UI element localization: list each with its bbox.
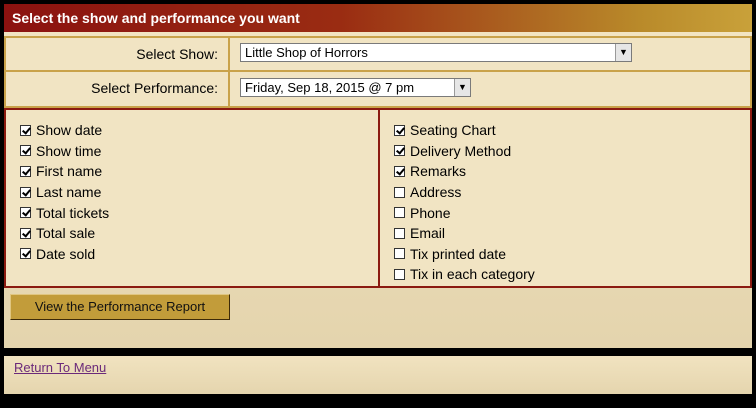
options-right-column: Seating Chart Delivery Method Remarks Ad… [394,120,535,285]
option-label: Delivery Method [410,142,512,159]
checkbox[interactable] [20,145,31,157]
checkbox[interactable] [394,268,405,280]
checkbox[interactable] [394,248,405,260]
option-label: Remarks [410,163,467,180]
show-label: Select Show: [6,38,230,70]
panel-header: Select the show and performance you want [4,4,752,32]
show-row: Select Show: Little Shop of Horrors ▼ [4,36,752,72]
option-label: Email [410,225,446,242]
performance-label: Select Performance: [6,72,230,106]
checkbox[interactable] [394,165,405,177]
checkbox[interactable] [394,145,405,157]
performance-select[interactable]: Friday, Sep 18, 2015 @ 7 pm ▼ [240,78,471,97]
checkbox[interactable] [20,165,31,177]
return-to-menu-link[interactable]: Return To Menu [14,360,106,375]
report-options: Show date Show time First name Last name… [4,108,752,288]
footer: Return To Menu [4,356,752,394]
option-tix-in-each-category[interactable]: Tix in each category [394,264,535,285]
option-label: Address [410,184,462,201]
option-remarks[interactable]: Remarks [394,161,535,182]
report-panel: Select the show and performance you want… [4,4,752,348]
option-label: Show time [36,142,102,159]
option-last-name[interactable]: Last name [20,182,109,203]
option-total-tickets[interactable]: Total tickets [20,202,109,223]
option-total-sale[interactable]: Total sale [20,223,109,244]
checkbox[interactable] [394,207,405,219]
panel-title: Select the show and performance you want [12,10,300,26]
option-label: Tix in each category [410,266,535,283]
checkbox[interactable] [20,248,31,260]
checkbox[interactable] [394,227,405,239]
option-delivery-method[interactable]: Delivery Method [394,141,535,162]
option-date-sold[interactable]: Date sold [20,244,109,265]
checkbox[interactable] [20,227,31,239]
option-label: Phone [410,204,451,221]
checkbox[interactable] [20,186,31,198]
checkbox[interactable] [394,124,405,136]
options-left-column: Show date Show time First name Last name… [20,120,109,264]
checkbox[interactable] [20,124,31,136]
option-label: Date sold [36,245,96,262]
option-email[interactable]: Email [394,223,535,244]
chevron-down-icon[interactable]: ▼ [615,44,631,61]
checkbox[interactable] [20,207,31,219]
option-phone[interactable]: Phone [394,202,535,223]
option-label: Total sale [36,225,96,242]
column-divider [378,110,380,286]
option-label: Last name [36,184,102,201]
option-show-time[interactable]: Show time [20,141,109,162]
checkbox[interactable] [394,186,405,198]
option-tix-printed-date[interactable]: Tix printed date [394,244,535,265]
performance-row: Select Performance: Friday, Sep 18, 2015… [4,72,752,108]
option-label: Show date [36,122,103,139]
view-performance-report-button[interactable]: View the Performance Report [10,294,230,320]
chevron-down-icon[interactable]: ▼ [454,79,470,96]
option-address[interactable]: Address [394,182,535,203]
option-first-name[interactable]: First name [20,161,109,182]
option-label: Seating Chart [410,122,496,139]
option-label: Tix printed date [410,245,506,262]
show-select-value: Little Shop of Horrors [245,45,368,60]
performance-select-value: Friday, Sep 18, 2015 @ 7 pm [245,80,415,95]
option-seating-chart[interactable]: Seating Chart [394,120,535,141]
show-select[interactable]: Little Shop of Horrors ▼ [240,43,632,62]
option-show-date[interactable]: Show date [20,120,109,141]
option-label: First name [36,163,103,180]
option-label: Total tickets [36,204,110,221]
